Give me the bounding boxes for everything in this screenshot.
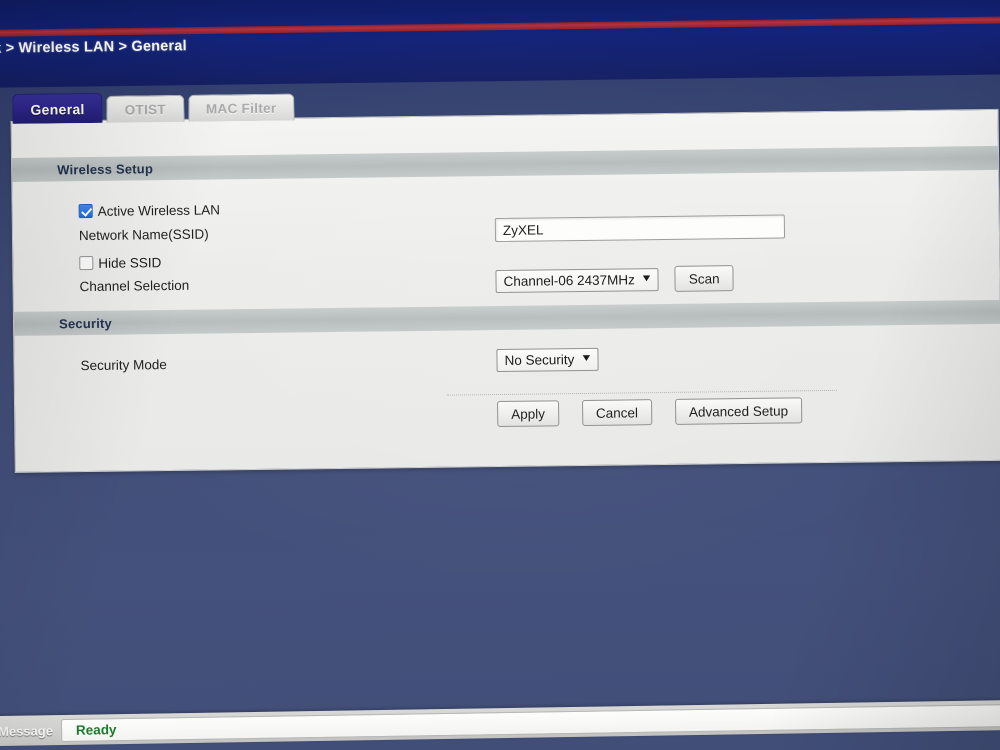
control-security-mode: No Security ▼ bbox=[496, 347, 599, 372]
status-message-value: Ready bbox=[75, 721, 117, 738]
tab-general-label: General bbox=[30, 100, 85, 118]
label-channel-selection: Channel Selection bbox=[79, 277, 190, 294]
checkbox-hide-ssid-label: Hide SSID bbox=[98, 254, 162, 271]
cancel-button-label: Cancel bbox=[595, 404, 639, 421]
action-button-row: Apply Cancel Advanced Setup bbox=[497, 397, 803, 428]
section-header-wireless-setup: Wireless Setup bbox=[12, 145, 999, 182]
scan-button-label: Scan bbox=[688, 270, 720, 287]
channel-select-value: Channel-06 2437MHz bbox=[503, 271, 635, 289]
section-header-security: Security bbox=[13, 299, 1000, 336]
security-mode-select[interactable]: No Security ▼ bbox=[496, 347, 599, 372]
checkbox-empty-icon bbox=[79, 255, 94, 271]
ssid-input[interactable] bbox=[494, 214, 786, 243]
channel-select[interactable]: Channel-06 2437MHz ▼ bbox=[495, 267, 659, 293]
tab-general[interactable]: General bbox=[12, 92, 103, 124]
control-channel-selection: Channel-06 2437MHz ▼ Scan bbox=[495, 265, 734, 294]
tab-otist[interactable]: OTIST bbox=[106, 94, 185, 123]
checkbox-active-wireless-lan[interactable]: Active Wireless LAN bbox=[78, 201, 221, 219]
router-admin-screen: work > Wireless LAN > General General OT… bbox=[0, 0, 1000, 750]
status-bar-label: Message bbox=[0, 722, 54, 739]
checkmark-icon bbox=[78, 203, 93, 219]
scan-button[interactable]: Scan bbox=[674, 265, 734, 292]
checkbox-hide-ssid[interactable]: Hide SSID bbox=[79, 255, 161, 271]
apply-button[interactable]: Apply bbox=[497, 400, 560, 428]
advanced-setup-button-label: Advanced Setup bbox=[688, 402, 789, 420]
tab-mac-filter-label: MAC Filter bbox=[205, 100, 277, 117]
section-title-wireless-setup: Wireless Setup bbox=[57, 160, 154, 177]
section-title-security: Security bbox=[58, 315, 113, 331]
label-security-mode: Security Mode bbox=[80, 356, 167, 373]
tab-mac-filter[interactable]: MAC Filter bbox=[187, 93, 295, 122]
tab-bar: General OTIST MAC Filter bbox=[12, 90, 295, 124]
chevron-down-icon: ▼ bbox=[640, 273, 654, 285]
cancel-button[interactable]: Cancel bbox=[581, 399, 653, 426]
chevron-down-icon: ▼ bbox=[579, 352, 593, 365]
control-network-name bbox=[494, 214, 786, 243]
advanced-setup-button[interactable]: Advanced Setup bbox=[674, 397, 803, 425]
tab-otist-label: OTIST bbox=[124, 101, 167, 118]
action-separator bbox=[446, 389, 837, 396]
row-security-mode: Security Mode No Security ▼ bbox=[14, 342, 1000, 378]
settings-panel: Wireless Setup Active Wireless LAN Netwo… bbox=[10, 108, 1000, 473]
label-network-name: Network Name(SSID) bbox=[78, 226, 209, 243]
security-mode-select-value: No Security bbox=[504, 351, 575, 368]
apply-button-label: Apply bbox=[511, 405, 546, 422]
checkbox-active-wireless-lan-label: Active Wireless LAN bbox=[97, 201, 221, 219]
